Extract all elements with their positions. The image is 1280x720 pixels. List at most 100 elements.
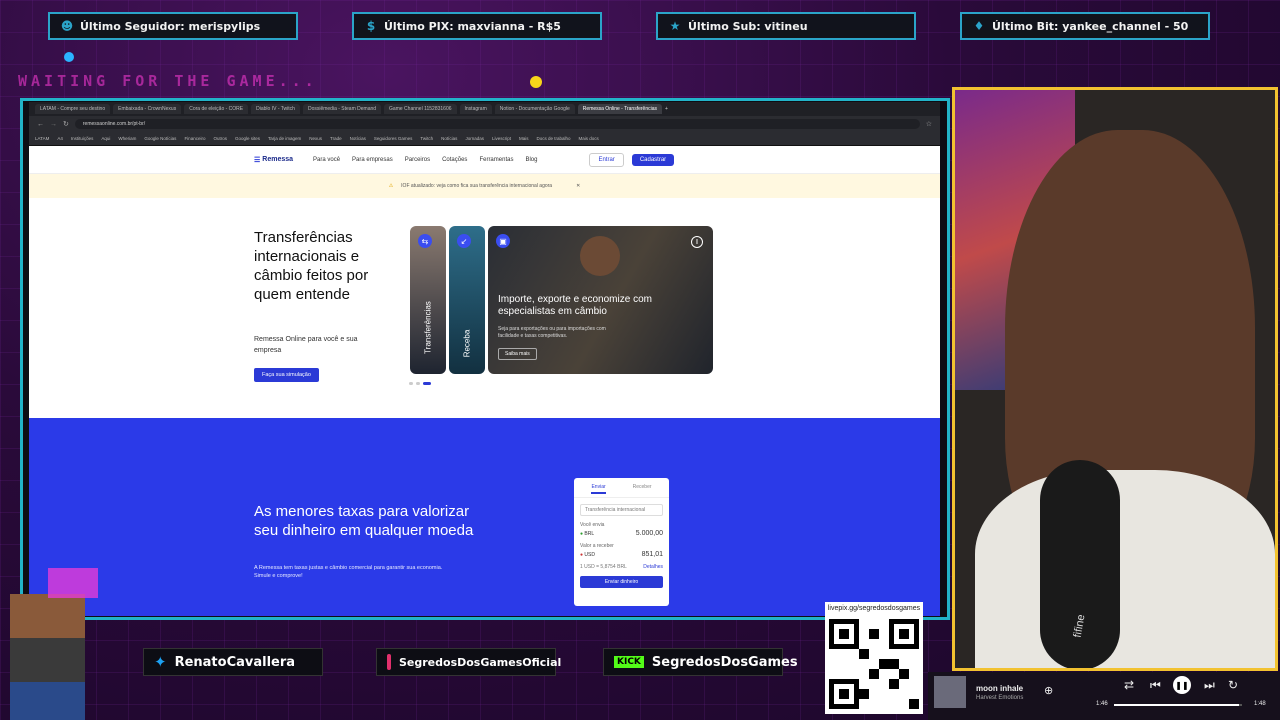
nav-item-blog[interactable]: Blog (525, 157, 537, 163)
browser-tab[interactable]: Dossiêmedia - Steam Demand (302, 104, 382, 114)
pixel-character (10, 594, 85, 720)
you-send-label: Você envia (580, 522, 605, 528)
entrar-button[interactable]: Entrar (589, 152, 624, 167)
bookmark-item[interactable]: Mais docs (579, 136, 599, 141)
bookmark-item[interactable]: A4 (57, 136, 63, 141)
browser-tab[interactable]: Game Channel 1152831606 (384, 104, 457, 114)
address-bar[interactable]: remessaonline.com.br/pt-br/ (74, 119, 920, 129)
kick-icon: KICK (614, 656, 644, 668)
bookmark-item[interactable]: Google Notícias (144, 136, 176, 141)
transfer-mode-select[interactable]: Transferência internacional (580, 504, 663, 516)
new-tab-icon[interactable]: + (665, 106, 668, 112)
progress-bar[interactable] (1114, 704, 1242, 706)
next-icon[interactable]: ⏭ (1204, 678, 1215, 693)
bookmark-item[interactable]: Instituições (71, 136, 94, 141)
previous-icon[interactable]: ⏮ (1150, 678, 1161, 693)
bookmark-item[interactable]: Notícias (441, 136, 457, 141)
webcam-frame: fifine (952, 87, 1278, 671)
hero-section: Transferências internacionais e câmbio f… (29, 198, 940, 416)
last-pix-pill: $ Último PIX: maxvianna - R$5 (352, 12, 602, 40)
bookmark-item[interactable]: Wheriam (118, 136, 136, 141)
twitter-social: ✦ RenatoCavallera (143, 648, 323, 676)
hero-subtitle: Remessa Online para você e sua empresa (254, 336, 358, 354)
nav-item-para-voce[interactable]: Para você (313, 157, 340, 163)
brazil-flag-icon: ● (580, 530, 584, 537)
send-amount-input[interactable]: 5.000,00 (636, 530, 663, 537)
bookmark-item[interactable]: Twitch (420, 136, 433, 141)
nav-item-cotacoes[interactable]: Cotações (442, 157, 467, 163)
track-title: moon inhale (976, 684, 1024, 693)
bookmark-item[interactable]: Notícias (350, 136, 366, 141)
qr-code (825, 614, 923, 714)
remessa-logo-icon: ☰ (254, 156, 261, 164)
card-transferencias[interactable]: ⇆ Transferências (410, 226, 446, 374)
remessa-logo[interactable]: ☰ Remessa (254, 156, 293, 164)
dollar-icon: $ (366, 19, 376, 33)
pause-button[interactable]: ❚❚ (1173, 676, 1191, 694)
usd-currency-select[interactable]: ● USD (580, 552, 595, 558)
send-money-button[interactable]: Enviar dinheiro (580, 576, 663, 588)
bookmark-item[interactable]: Tarja de imagem (268, 136, 301, 141)
browser-tab[interactable]: Instagram (459, 104, 492, 114)
nav-item-parceiros[interactable]: Parceiros (405, 157, 430, 163)
browser-tab[interactable]: Notion - Documentação Google (494, 104, 575, 114)
bookmark-item[interactable]: Nexus (309, 136, 322, 141)
coin-decoration (530, 76, 542, 88)
tab-enviar[interactable]: Enviar (591, 484, 606, 494)
bookmark-item[interactable]: Trade (330, 136, 342, 141)
browser-tab[interactable]: LATAM - Compre seu destino (35, 104, 111, 114)
card-importe-text: Seja para exportações ou para importaçõe… (498, 326, 606, 339)
banner-text[interactable]: IOF atualizado: veja como fica sua trans… (401, 183, 552, 189)
reload-icon[interactable]: ↻ (63, 120, 69, 128)
add-icon[interactable]: ⊕ (1044, 684, 1053, 697)
star-bookmark-icon[interactable]: ☆ (926, 120, 932, 128)
close-icon[interactable]: ✕ (576, 183, 580, 189)
browser-tab[interactable]: Diablo IV - Twitch (251, 104, 300, 114)
back-icon[interactable]: ← (37, 121, 44, 128)
card-importe-exporte[interactable]: ▣ || Importe, exporte e economize com es… (488, 226, 713, 374)
twitter-icon: ✦ (154, 653, 167, 671)
exchange-rate-text: 1 USD = 5,8754 BRL (580, 564, 627, 570)
bookmark-item[interactable]: LATAM (35, 136, 49, 141)
nav-item-para-empresas[interactable]: Para empresas (352, 157, 393, 163)
gem-icon: ♦ (973, 19, 985, 33)
transfer-icon: ⇆ (418, 234, 432, 248)
time-total: 1:48 (1254, 701, 1266, 707)
shuffle-icon[interactable]: ⇄ (1124, 678, 1134, 692)
bookmark-item[interactable]: Seguidores Games (374, 136, 413, 141)
star-icon: ★ (669, 19, 681, 33)
bookmark-item[interactable]: Aqui (101, 136, 110, 141)
pause-icon[interactable]: || (691, 236, 703, 248)
browser-tab[interactable]: Embaixada - CrownNexus (113, 104, 182, 114)
track-artist: Harvest Emotions (976, 695, 1024, 701)
bookmark-item[interactable]: Docs de trabalho (536, 136, 570, 141)
bookmark-item[interactable]: Mais (519, 136, 529, 141)
bookmark-item[interactable]: Outros (213, 136, 227, 141)
bookmark-item[interactable]: Livescript (492, 136, 511, 141)
instagram-icon (387, 654, 391, 670)
last-pix-text: Último PIX: maxvianna - R$5 (384, 19, 561, 33)
card-receba[interactable]: ↙ Receba (449, 226, 485, 374)
bookmark-item[interactable]: Jornadas (465, 136, 484, 141)
carousel-dot[interactable] (416, 382, 420, 385)
details-link[interactable]: Detalhes (643, 564, 663, 570)
repeat-icon[interactable]: ↻ (1228, 678, 1238, 692)
bookmark-item[interactable]: Financeiro (184, 136, 205, 141)
simulation-button[interactable]: Faça sua simulação (254, 368, 319, 382)
browser-tab-active[interactable]: Remessa Online - Transferências (577, 104, 662, 114)
bookmark-item[interactable]: Google sites (235, 136, 260, 141)
carousel-dot-active[interactable] (423, 382, 431, 385)
browser-tab[interactable]: Cora de eleição - CORE (184, 104, 249, 114)
tab-receber[interactable]: Receber (633, 484, 652, 494)
bookmarks-bar: LATAM A4 Instituições Aqui Wheriam Googl… (29, 132, 940, 146)
forward-icon[interactable]: → (50, 121, 57, 128)
brl-currency-select[interactable]: ● BRL (580, 531, 594, 537)
instagram-social: SegredosDosGamesOficial (376, 648, 561, 676)
qr-code-image (829, 619, 919, 709)
rates-title: As menores taxas para valorizar seu dinh… (254, 503, 474, 539)
saiba-mais-button[interactable]: Saiba mais (498, 348, 537, 360)
carousel-dot[interactable] (409, 382, 413, 385)
cadastrar-button[interactable]: Cadastrar (631, 153, 675, 166)
nav-item-ferramentas[interactable]: Ferramentas (479, 157, 513, 163)
last-sub-pill: ★ Último Sub: vitineu (656, 12, 916, 40)
